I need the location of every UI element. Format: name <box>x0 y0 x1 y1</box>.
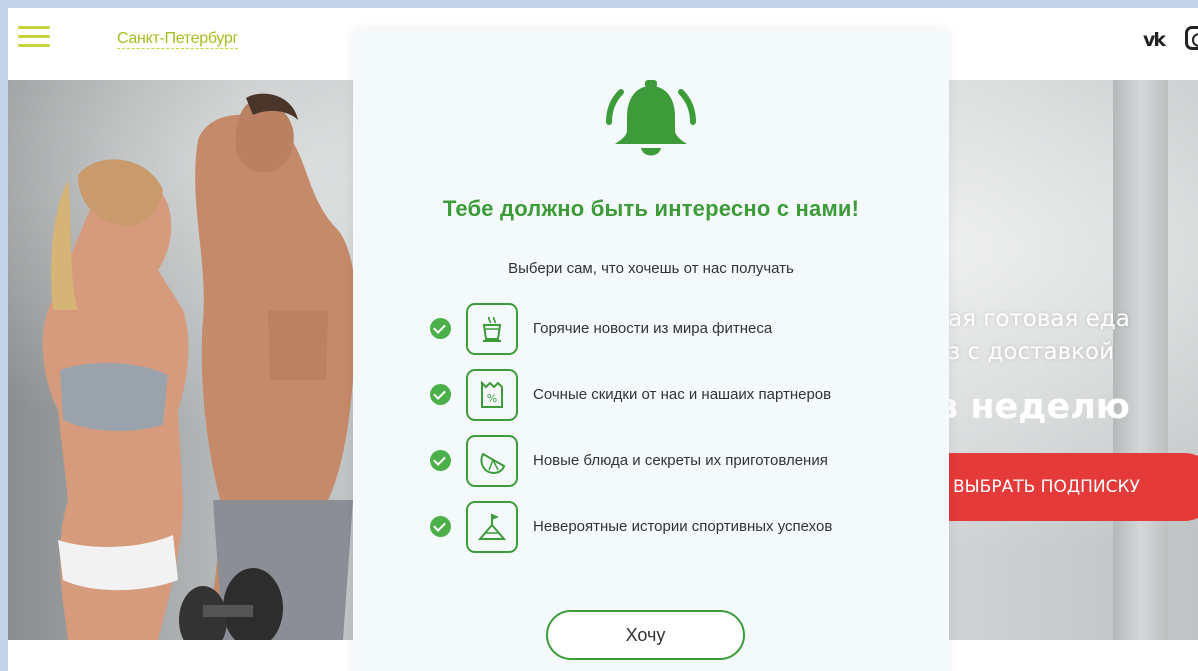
option-label: Сочные скидки от нас и нашаих партнеров <box>533 386 832 403</box>
page: Санкт-Петербург vk ая готовая еда з с до… <box>8 8 1198 671</box>
option-label: Невероятные истории спортивных успехов <box>533 518 833 535</box>
discount-receipt-icon: % <box>466 369 518 421</box>
fitness-couple-image <box>42 93 357 640</box>
menu-burger-icon[interactable] <box>18 26 50 48</box>
hero-tagline: ая готовая еда з с доставкой <box>948 303 1130 369</box>
option-fitness-news[interactable]: Горячие новости из мира фитнеса <box>430 301 850 357</box>
option-discounts[interactable]: % Сочные скидки от нас и нашаих партнеро… <box>430 367 850 423</box>
hero-line-1: ая готовая еда <box>948 306 1130 332</box>
checkmark-icon[interactable] <box>430 516 451 537</box>
coffee-cup-icon <box>466 303 518 355</box>
checkmark-icon[interactable] <box>430 384 451 405</box>
summit-flag-icon <box>466 501 518 553</box>
option-label: Новые блюда и секреты их приготовления <box>533 452 828 469</box>
option-label: Горячие новости из мира фитнеса <box>533 320 773 337</box>
vk-icon[interactable]: vk <box>1143 29 1166 51</box>
checkmark-icon[interactable] <box>430 450 451 471</box>
want-button[interactable]: Хочу <box>546 610 745 660</box>
modal-title: Тебе должно быть интересно с нами! <box>442 196 860 221</box>
option-recipes[interactable]: Новые блюда и секреты их приготовления <box>430 433 850 489</box>
hero-headline: в неделю <box>936 387 1130 427</box>
bell-icon <box>606 80 696 156</box>
modal-subtitle: Выбери сам, что хочешь от нас получать <box>508 260 794 277</box>
choose-subscription-button[interactable]: ВЫБРАТЬ ПОДПИСКУ <box>908 453 1198 521</box>
city-selector[interactable]: Санкт-Петербург <box>117 30 238 49</box>
checkmark-icon[interactable] <box>430 318 451 339</box>
lemon-slice-icon <box>466 435 518 487</box>
option-success-stories[interactable]: Невероятные истории спортивных успехов <box>430 499 850 555</box>
svg-text:%: % <box>487 392 497 405</box>
subscribe-modal: Тебе должно быть интересно с нами! Выбер… <box>353 30 949 671</box>
instagram-icon[interactable] <box>1185 26 1198 50</box>
hero-line-2: з с доставкой <box>948 339 1115 365</box>
